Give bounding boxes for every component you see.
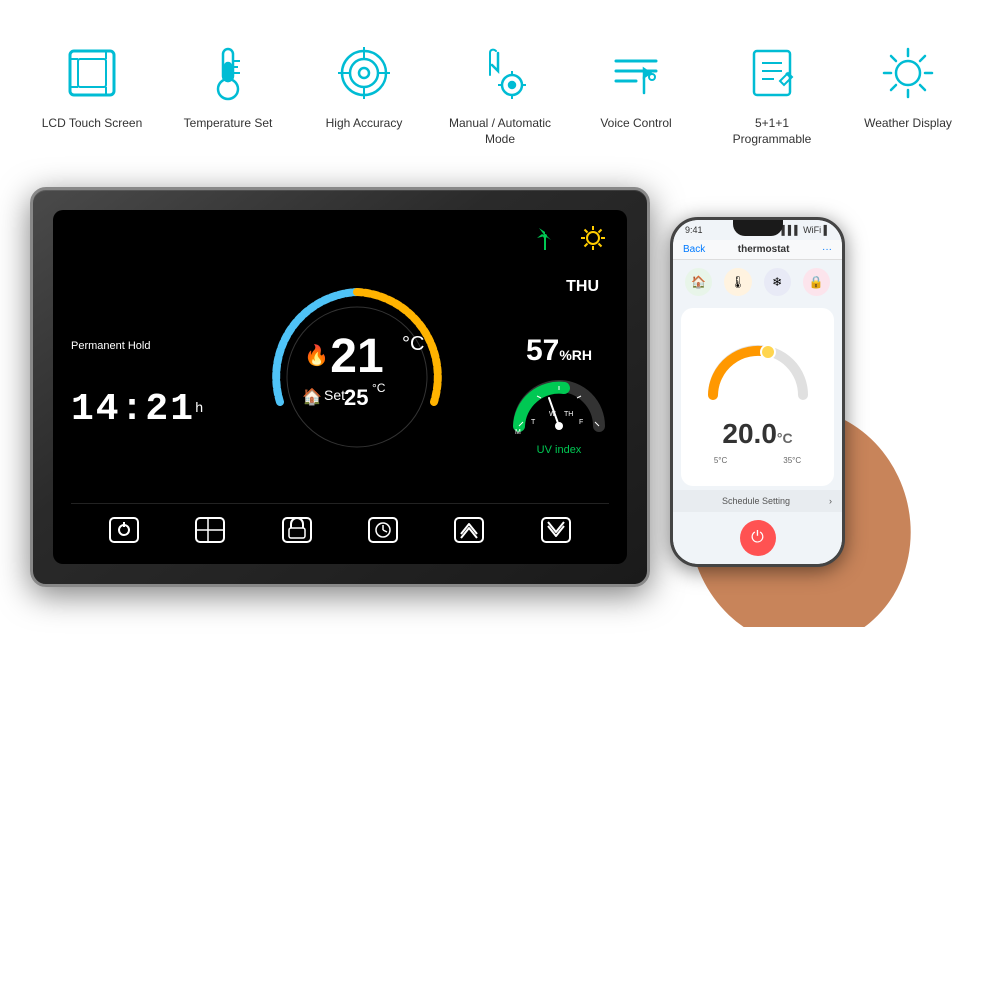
feature-manual: Manual / Automatic Mode: [448, 38, 552, 147]
feature-lcd-label: LCD Touch Screen: [42, 116, 143, 132]
feature-accuracy: High Accuracy: [312, 38, 416, 132]
phone-nav-thermostat[interactable]: 🌡: [724, 268, 751, 296]
phone-temp: 20.0°C: [722, 418, 792, 450]
humidity-display: 57%RH: [526, 334, 592, 368]
day-label: THU: [566, 278, 599, 296]
lcd-icon: [57, 38, 127, 108]
svg-text:T: T: [531, 419, 536, 426]
phone-nav-icons: 🏠 🌡 ❄ 🔒: [673, 260, 842, 304]
phone-title: thermostat: [738, 244, 790, 255]
svg-text:F: F: [579, 419, 583, 426]
voice-icon: [601, 38, 671, 108]
feature-voice: Voice Control: [584, 38, 688, 132]
phone-header: Back thermostat ···: [673, 240, 842, 260]
phone-power-row: ⏻: [673, 512, 842, 564]
feature-temp-label: Temperature Set: [184, 116, 273, 132]
feature-manual-label: Manual / Automatic Mode: [448, 116, 552, 147]
permanent-hold-label: Permanent Hold: [71, 340, 205, 352]
thermometer-icon: [193, 38, 263, 108]
phone-screen: 9:41 ▌▌▌ WiFi ▌ Back thermostat ··· 🏠 🌡 …: [673, 220, 842, 564]
hand-gear-icon: [465, 38, 535, 108]
svg-text:TH: TH: [564, 411, 573, 418]
clock-button[interactable]: [359, 510, 407, 550]
sun-icon: [873, 38, 943, 108]
feature-weather-label: Weather Display: [864, 116, 952, 132]
phone-power-button[interactable]: ⏻: [740, 520, 776, 556]
thermostat-device: Permanent Hold 14:21h: [30, 187, 650, 587]
phone-gauge-area: 20.0°C 5°C 35°C: [681, 308, 834, 486]
phone-temp-labels: 5°C 35°C: [714, 456, 801, 465]
uv-gauge: M T W TH F: [509, 376, 609, 436]
feature-lcd: LCD Touch Screen: [40, 38, 144, 132]
right-panel: THU 57%RH: [509, 278, 609, 456]
down-button[interactable]: [532, 510, 580, 550]
sun-display-icon: [577, 222, 609, 254]
grid-button[interactable]: [186, 510, 234, 550]
feature-temp: Temperature Set: [176, 38, 280, 132]
thermostat-screen: Permanent Hold 14:21h: [53, 210, 627, 564]
gauge-svg: 🔥 🏠 21 °C Set 25 °C: [252, 272, 462, 482]
back-button[interactable]: Back: [683, 244, 705, 255]
screen-main: Permanent Hold 14:21h: [71, 254, 609, 499]
uv-label: UV index: [537, 444, 582, 456]
svg-text:25: 25: [344, 385, 368, 410]
document-icon: [737, 38, 807, 108]
features-row: LCD Touch Screen Temperature Set: [0, 0, 1000, 167]
screen-buttons: [71, 503, 609, 556]
phone-nav-lock[interactable]: 🔒: [803, 268, 830, 296]
feature-weather: Weather Display: [856, 38, 960, 132]
svg-text:21: 21: [331, 330, 384, 383]
wind-icon: [529, 222, 561, 254]
up-button[interactable]: [445, 510, 493, 550]
target-icon: [329, 38, 399, 108]
phone-gauge-svg: [698, 330, 818, 410]
svg-text:W: W: [549, 411, 556, 418]
phone-notch: [733, 220, 783, 236]
screen-top-icons: [71, 222, 609, 254]
main-content: Permanent Hold 14:21h: [0, 167, 1000, 607]
power-button[interactable]: [100, 510, 148, 550]
lock-button[interactable]: [273, 510, 321, 550]
svg-text:°C: °C: [402, 333, 424, 355]
circular-gauge: 🔥 🏠 21 °C Set 25 °C: [252, 272, 462, 482]
left-panel: Permanent Hold 14:21h: [71, 332, 205, 431]
feature-programmable-label: 5+1+1 Programmable: [720, 116, 824, 147]
feature-programmable: 5+1+1 Programmable: [720, 38, 824, 147]
svg-text:M: M: [515, 429, 521, 436]
feature-voice-label: Voice Control: [600, 116, 671, 132]
phone-container: 9:41 ▌▌▌ WiFi ▌ Back thermostat ··· 🏠 🌡 …: [670, 217, 870, 567]
time-display: 14:21h: [71, 388, 205, 431]
phone-schedule-bar[interactable]: Schedule Setting ›: [673, 490, 842, 512]
phone-nav-fan[interactable]: ❄: [764, 268, 791, 296]
svg-text:🔥: 🔥: [304, 343, 329, 367]
svg-text:°C: °C: [372, 381, 386, 395]
svg-text:Set: Set: [324, 387, 345, 403]
feature-accuracy-label: High Accuracy: [326, 116, 403, 132]
phone-nav-home[interactable]: 🏠: [685, 268, 712, 296]
phone-body: 9:41 ▌▌▌ WiFi ▌ Back thermostat ··· 🏠 🌡 …: [670, 217, 845, 567]
svg-text:🏠: 🏠: [302, 388, 322, 406]
